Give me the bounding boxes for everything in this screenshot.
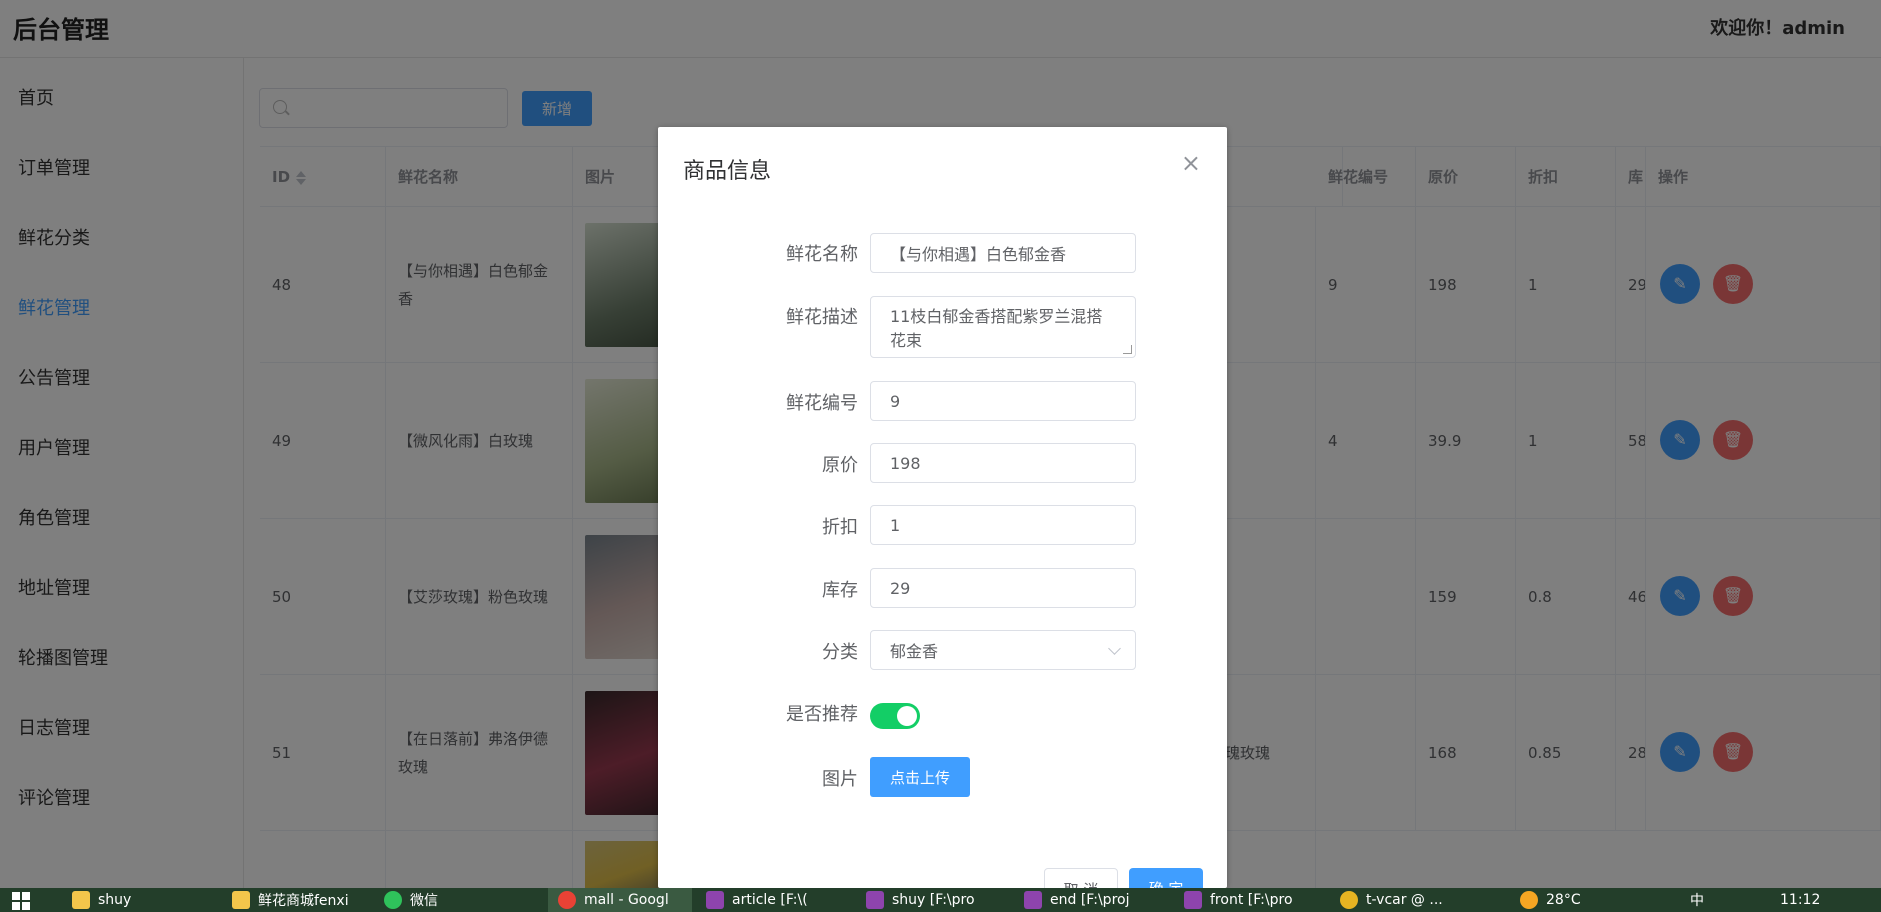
recommend-label: 是否推荐 xyxy=(786,704,858,725)
cancel-button[interactable]: 取 消 xyxy=(1044,868,1118,888)
confirm-button[interactable]: 确 定 xyxy=(1129,868,1203,888)
taskbar-item[interactable]: 微信 xyxy=(384,888,438,912)
flower-name-label: 鲜花名称 xyxy=(786,244,858,265)
wechat-icon xyxy=(384,891,402,909)
taskbar-item-active[interactable]: mall - Googl xyxy=(548,888,692,912)
weather-widget[interactable]: 28°C xyxy=(1520,888,1581,912)
weather-temp: 28°C xyxy=(1546,892,1581,908)
category-select[interactable]: 郁金香 xyxy=(870,630,1136,670)
stock-input[interactable]: 29 xyxy=(870,568,1136,608)
price-input[interactable]: 198 xyxy=(870,443,1136,483)
ide-icon xyxy=(1024,891,1042,909)
ime-indicator[interactable]: 中 xyxy=(1690,888,1704,912)
price-label: 原价 xyxy=(822,455,858,476)
taskbar-item-label: 微信 xyxy=(410,893,438,909)
flower-desc-label: 鲜花描述 xyxy=(786,307,858,328)
taskbar-item-label: shuy xyxy=(98,892,132,908)
ide-icon xyxy=(866,891,884,909)
ide-icon xyxy=(1184,891,1202,909)
category-selected-value: 郁金香 xyxy=(890,642,939,661)
toggle-knob xyxy=(897,706,917,726)
ide-icon xyxy=(706,891,724,909)
taskbar-item[interactable]: shuy xyxy=(72,888,131,912)
close-icon[interactable]: × xyxy=(1181,149,1201,177)
recommend-toggle[interactable] xyxy=(870,703,920,729)
taskbar-item[interactable]: shuy [F:\pro xyxy=(866,888,975,912)
taskbar-item-label: mall - Googl xyxy=(584,892,669,908)
taskbar-item[interactable]: front [F:\pro xyxy=(1184,888,1293,912)
taskbar-item[interactable]: t-vcar @ ... xyxy=(1340,888,1443,912)
taskbar-item[interactable]: end [F:\proj xyxy=(1024,888,1129,912)
flower-code-input[interactable]: 9 xyxy=(870,381,1136,421)
taskbar-item-label: end [F:\proj xyxy=(1050,892,1130,908)
taskbar-item-label: shuy [F:\pro xyxy=(892,892,975,908)
os-taskbar: shuy 鲜花商城fenxi 微信 mall - Googl article [… xyxy=(0,888,1881,912)
chevron-down-icon xyxy=(1108,642,1121,655)
taskbar-item-label: front [F:\pro xyxy=(1210,892,1293,908)
weather-icon xyxy=(1520,891,1538,909)
windows-start-icon[interactable] xyxy=(12,892,30,910)
stock-label: 库存 xyxy=(822,580,858,601)
flower-code-label: 鲜花编号 xyxy=(786,393,858,414)
discount-label: 折扣 xyxy=(822,517,858,538)
taskbar-item-label: article [F:\( xyxy=(732,892,808,908)
flower-name-input[interactable]: 【与你相遇】白色郁金香 xyxy=(870,233,1136,273)
dialog-title: 商品信息 xyxy=(683,159,772,184)
flower-desc-textarea[interactable]: 11枝白郁金香搭配紫罗兰混搭花束 xyxy=(870,296,1136,358)
category-label: 分类 xyxy=(822,642,858,663)
taskbar-item-label: t-vcar @ ... xyxy=(1366,892,1443,908)
folder-icon xyxy=(72,891,90,909)
app-icon xyxy=(1340,891,1358,909)
taskbar-item[interactable]: 鲜花商城fenxi xyxy=(232,888,349,912)
taskbar-item[interactable]: article [F:\( xyxy=(706,888,808,912)
image-label: 图片 xyxy=(822,769,858,790)
product-dialog: 商品信息 × 鲜花名称 【与你相遇】白色郁金香 鲜花描述 11枝白郁金香搭配紫罗… xyxy=(658,127,1227,888)
taskbar-clock[interactable]: 11:12 xyxy=(1780,892,1820,908)
discount-input[interactable]: 1 xyxy=(870,505,1136,545)
folder-icon xyxy=(232,891,250,909)
chrome-icon xyxy=(558,891,576,909)
taskbar-item-label: 鲜花商城fenxi xyxy=(258,893,349,909)
upload-button[interactable]: 点击上传 xyxy=(870,757,970,797)
